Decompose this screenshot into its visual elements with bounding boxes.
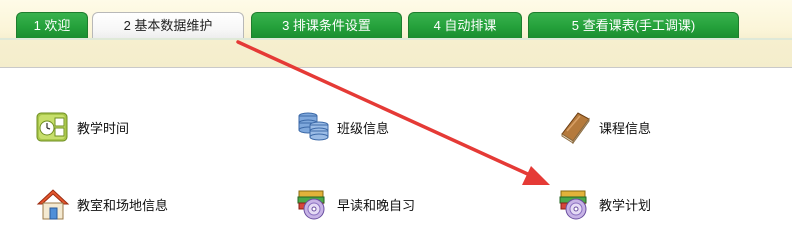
tab-scheduling-conditions[interactable]: 3 排课条件设置: [251, 12, 402, 38]
item-label: 早读和晚自习: [337, 197, 416, 213]
item-label: 教室和场地信息: [77, 197, 169, 213]
item-course-info[interactable]: 课程信息: [558, 109, 651, 145]
item-teaching-plan[interactable]: 教学计划: [558, 186, 651, 222]
book-icon: [558, 110, 592, 145]
tab-underline: [0, 38, 792, 40]
house-icon: [36, 187, 70, 221]
tab-basic-data[interactable]: 2 基本数据维护: [92, 12, 244, 40]
item-morning-evening-study[interactable]: 早读和晚自习: [296, 186, 415, 222]
item-teaching-time[interactable]: 教学时间: [36, 109, 129, 145]
database-icon: [296, 110, 330, 144]
tab-auto-schedule[interactable]: 4 自动排课: [408, 12, 522, 38]
tab-welcome[interactable]: 1 欢迎: [16, 12, 88, 38]
teaching-time-icon: [36, 110, 70, 144]
tab-bar: 1 欢迎 2 基本数据维护 3 排课条件设置 4 自动排课 5 查看课表(手工调…: [0, 0, 792, 68]
cd-books-icon: [558, 187, 592, 221]
tab-view-timetable[interactable]: 5 查看课表(手工调课): [528, 12, 739, 38]
item-label: 班级信息: [337, 120, 390, 136]
item-label: 教学时间: [77, 120, 130, 136]
cd-books-icon: [296, 187, 330, 221]
item-label: 课程信息: [599, 120, 652, 136]
item-classroom-venue-info[interactable]: 教室和场地信息: [36, 186, 168, 222]
item-class-info[interactable]: 班级信息: [296, 109, 389, 145]
item-label: 教学计划: [599, 197, 652, 213]
